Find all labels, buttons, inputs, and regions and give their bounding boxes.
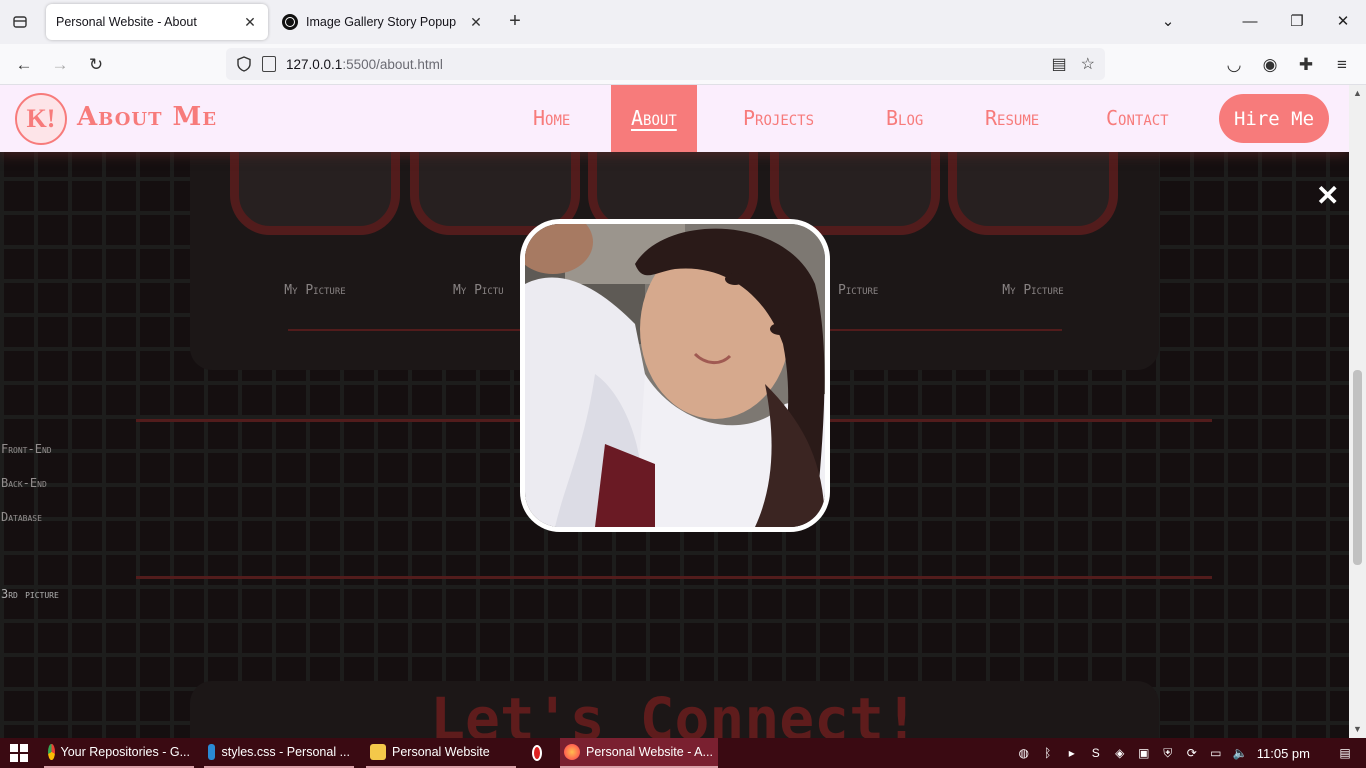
taskbar-item-chrome[interactable]: Your Repositories - G... — [44, 738, 194, 768]
openai-icon — [282, 14, 298, 30]
page-icon — [262, 56, 276, 72]
back-button[interactable]: ← — [11, 52, 37, 78]
tab-image-gallery[interactable]: Image Gallery Story Popup ✕ — [272, 4, 494, 40]
scroll-thumb[interactable] — [1353, 370, 1362, 565]
nav-resume[interactable]: Resume — [965, 85, 1059, 152]
steam-icon[interactable]: ◍ — [1017, 746, 1031, 760]
windows-taskbar: Your Repositories - G... styles.css - Pe… — [0, 738, 1366, 768]
taskbar-item-label: Personal Website — [392, 745, 490, 759]
clock[interactable]: 11:05 pm — [1257, 746, 1310, 761]
site-header: K! About Me Home About Projects Blog Res… — [0, 85, 1349, 152]
extensions-icon[interactable]: ✚ — [1293, 52, 1319, 78]
taskbar-item-recorder[interactable] — [528, 738, 552, 768]
nav-home[interactable]: Home — [513, 85, 590, 152]
url-path: :5500/about.html — [342, 56, 443, 72]
record-icon — [532, 745, 542, 761]
taskbar-item-firefox[interactable]: Personal Website - A... — [560, 738, 718, 768]
chrome-icon — [48, 744, 55, 760]
shield-icon — [237, 56, 251, 72]
gamepad-icon[interactable]: ◈ — [1113, 746, 1127, 760]
url-bar[interactable]: 127.0.0.1:5500/about.html ▤ ☆ — [226, 48, 1105, 80]
scroll-up-arrow-icon[interactable]: ▲ — [1349, 85, 1366, 102]
taskbar-item-vscode[interactable]: styles.css - Personal ... — [204, 738, 354, 768]
tab-title: Image Gallery Story Popup — [306, 15, 457, 29]
play-icon[interactable]: ▸ — [1065, 746, 1079, 760]
camera-icon[interactable]: ▣ — [1137, 746, 1151, 760]
scroll-down-arrow-icon[interactable]: ▼ — [1349, 721, 1366, 738]
bookmark-star-icon[interactable]: ☆ — [1081, 54, 1095, 74]
account-icon[interactable]: ◉ — [1257, 52, 1283, 78]
vscode-icon — [208, 744, 216, 760]
photo-illustration — [525, 224, 825, 527]
tab-title: Personal Website - About — [56, 15, 197, 29]
chevron-down-icon[interactable]: ⌄ — [1148, 8, 1188, 36]
minimize-button[interactable]: — — [1230, 8, 1270, 36]
volume-icon[interactable]: 🔈 — [1233, 746, 1248, 760]
new-tab-button[interactable]: + — [504, 10, 526, 32]
reload-button[interactable]: ↻ — [83, 52, 109, 78]
hire-me-button[interactable]: Hire Me — [1219, 94, 1329, 143]
browser-navbar: ← → ↻ 127.0.0.1:5500/about.html ▤ ☆ ◡ ◉ … — [0, 44, 1366, 85]
update-icon[interactable]: ⟳ — [1185, 746, 1199, 760]
taskbar-item-label: Your Repositories - G... — [60, 745, 190, 759]
web-page: K! About Me Home About Projects Blog Res… — [0, 85, 1349, 738]
network-icon[interactable]: ▭ — [1209, 746, 1223, 760]
close-window-button[interactable]: ✕ — [1323, 8, 1363, 36]
reader-view-icon[interactable]: ▤ — [1052, 54, 1067, 74]
forward-button[interactable]: → — [47, 52, 73, 78]
system-tray: ◍ ᛒ ▸ S ◈ ▣ ⛨ ⟳ ▭ 🔈 11:05 pm ▤ — [1017, 738, 1366, 768]
page-scrollbar[interactable]: ▲ ▼ — [1349, 85, 1366, 738]
nav-about[interactable]: About — [611, 85, 697, 152]
folder-icon — [370, 744, 386, 760]
pocket-icon[interactable]: ◡ — [1221, 52, 1247, 78]
browser-tabstrip: Personal Website - About ✕ Image Gallery… — [0, 0, 1366, 44]
skype-icon[interactable]: S — [1089, 746, 1103, 760]
close-tab-icon[interactable]: ✕ — [242, 14, 258, 31]
page-title: About Me — [77, 102, 218, 132]
site-logo[interactable]: K! — [15, 93, 67, 145]
windows-start-icon[interactable] — [10, 744, 28, 762]
menu-icon[interactable]: ≡ — [1329, 52, 1355, 78]
close-tab-icon[interactable]: ✕ — [468, 14, 484, 31]
firefox-icon — [564, 744, 580, 760]
notifications-icon[interactable]: ▤ — [1338, 746, 1352, 760]
taskbar-item-label: styles.css - Personal ... — [221, 745, 350, 759]
nav-contact[interactable]: Contact — [1086, 85, 1189, 152]
close-popup-icon[interactable]: ✕ — [1316, 182, 1339, 210]
tab-list-icon[interactable] — [8, 10, 32, 34]
security-icon[interactable]: ⛨ — [1161, 746, 1175, 760]
nav-blog[interactable]: Blog — [866, 85, 943, 152]
taskbar-item-label: Personal Website - A... — [586, 745, 713, 759]
nav-projects[interactable]: Projects — [723, 85, 834, 152]
taskbar-item-explorer[interactable]: Personal Website — [366, 738, 516, 768]
url-host: 127.0.0.1 — [286, 56, 343, 72]
tab-personal-website-about[interactable]: Personal Website - About ✕ — [46, 4, 268, 40]
popup-photo — [525, 224, 825, 527]
restore-button[interactable]: ❐ — [1277, 8, 1317, 36]
bluetooth-icon[interactable]: ᛒ — [1041, 746, 1055, 760]
story-popup — [520, 219, 830, 532]
